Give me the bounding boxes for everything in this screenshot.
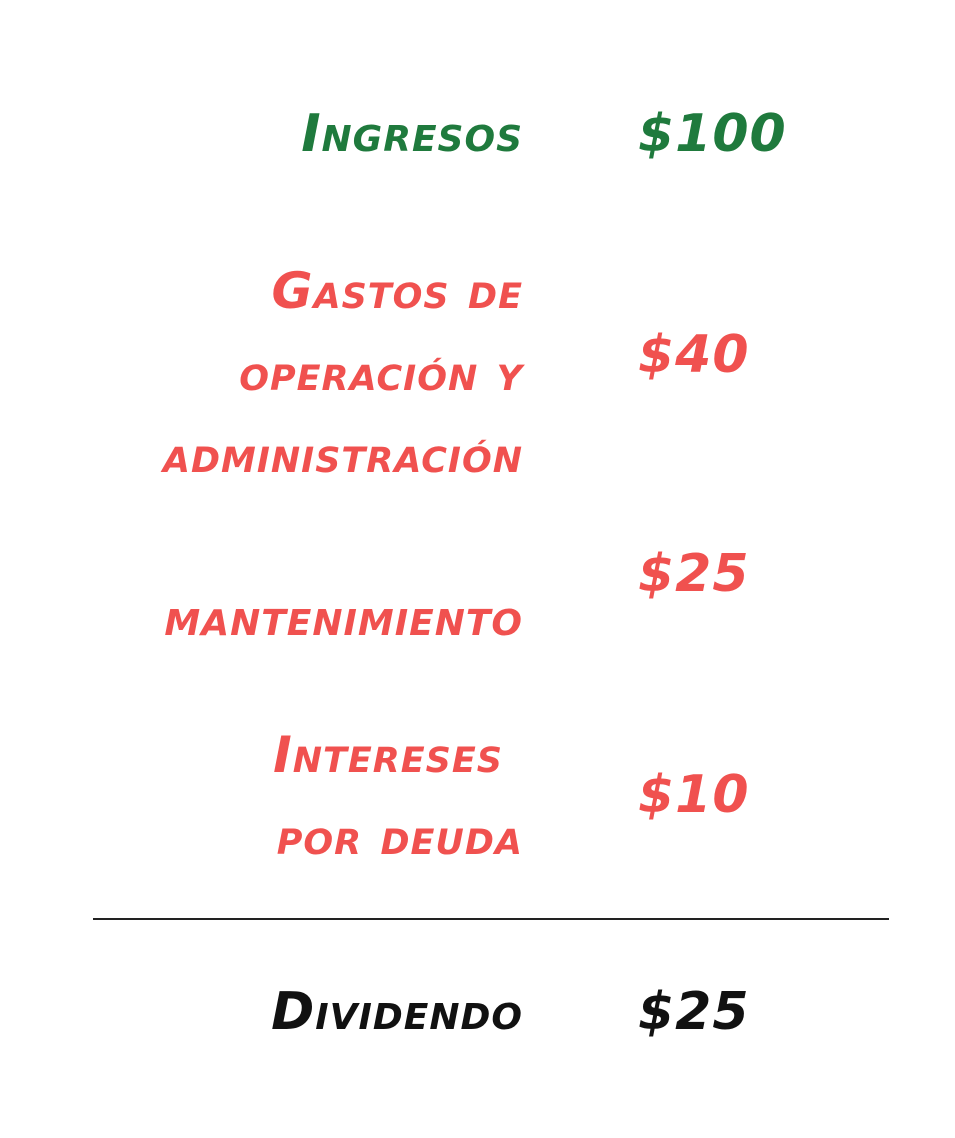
debt-interest-label: Intereses por deuda xyxy=(273,714,523,878)
maintenance-amount: $25 xyxy=(638,544,750,604)
debt-interest-amount: $10 xyxy=(638,765,750,825)
operating-expenses-label-line-1: Gastos de xyxy=(271,262,523,320)
maintenance-label: mantenimiento xyxy=(164,588,523,648)
operating-expenses-amount: $40 xyxy=(638,325,750,385)
debt-interest-label-line-1: Intereses xyxy=(273,726,503,784)
income-amount: $100 xyxy=(638,104,787,164)
income-label: Ingresos xyxy=(301,104,523,164)
total-divider xyxy=(93,918,889,920)
operating-expenses-label: Gastos de operación y administración xyxy=(163,250,523,496)
dividend-label: Dividendo xyxy=(271,982,523,1042)
debt-interest-label-line-2: por deuda xyxy=(276,808,523,866)
dividend-amount: $25 xyxy=(638,982,750,1042)
operating-expenses-label-line-2: operación y xyxy=(239,344,523,402)
operating-expenses-label-line-3: administración xyxy=(162,426,523,484)
